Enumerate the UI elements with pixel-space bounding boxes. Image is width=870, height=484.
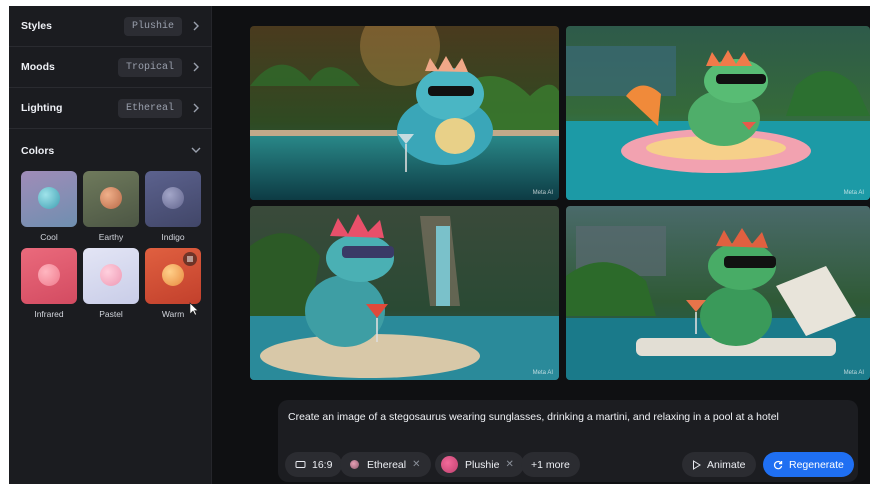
- menu-icon[interactable]: [183, 252, 197, 266]
- play-icon: [693, 459, 701, 470]
- swatch-label-cool: Cool: [40, 232, 58, 242]
- swatch-label-infrared: Infrared: [34, 309, 64, 319]
- lighting-tag-label: Ethereal: [367, 458, 407, 471]
- chevron-right-icon: [193, 62, 199, 72]
- swatch-label-earthy: Earthy: [98, 232, 124, 242]
- swatch-label-indigo: Indigo: [161, 232, 185, 242]
- row-label: Lighting: [21, 102, 63, 114]
- watermark: Meta AI: [532, 190, 553, 196]
- swatch-ball: [162, 187, 184, 209]
- app-window: Styles Plushie Moods Tropical Lighting E…: [9, 6, 870, 484]
- swatch-ball: [162, 264, 184, 286]
- more-tags-button[interactable]: +1 more: [521, 452, 580, 477]
- remove-tag-icon[interactable]: ✕: [505, 459, 513, 470]
- generated-image-1[interactable]: Meta AI: [250, 26, 559, 200]
- lighting-tag[interactable]: Ethereal ✕: [340, 452, 431, 477]
- colors-label: Colors: [21, 145, 55, 157]
- regenerate-label: Regenerate: [789, 458, 844, 471]
- generated-image-3[interactable]: Meta AI: [250, 206, 559, 380]
- sidebar-row-lighting[interactable]: Lighting Ethereal: [9, 88, 212, 129]
- aspect-ratio-button[interactable]: 16:9: [285, 452, 343, 477]
- refresh-icon: [773, 460, 783, 469]
- swatch-cool[interactable]: [21, 171, 77, 227]
- chevron-down-icon: [191, 147, 201, 153]
- swatch-earthy[interactable]: [83, 171, 139, 227]
- sidebar: Styles Plushie Moods Tropical Lighting E…: [9, 6, 212, 484]
- row-label: Moods: [21, 61, 55, 73]
- chevron-right-icon: [193, 103, 199, 113]
- mouse-pointer-icon: [189, 302, 199, 316]
- generated-image-4[interactable]: Meta AI: [566, 206, 870, 380]
- animate-button[interactable]: Animate: [682, 452, 756, 477]
- prompt-box: Create an image of a stegosaurus wearing…: [278, 400, 858, 482]
- swatch-pastel[interactable]: [83, 248, 139, 304]
- sidebar-row-styles[interactable]: Styles Plushie: [9, 6, 212, 47]
- aspect-ratio-label: 16:9: [312, 458, 333, 471]
- watermark: Meta AI: [843, 370, 864, 376]
- style-tag[interactable]: Plushie ✕: [435, 452, 524, 477]
- swatch-label-pastel: Pastel: [99, 309, 123, 319]
- ethereal-swatch-icon: [350, 460, 359, 469]
- swatch-ball: [100, 187, 122, 209]
- swatch-warm[interactable]: [145, 248, 201, 304]
- chevron-right-icon: [193, 21, 199, 31]
- generated-image-2[interactable]: Meta AI: [566, 26, 870, 200]
- animate-label: Animate: [707, 458, 746, 471]
- swatch-indigo[interactable]: [145, 171, 201, 227]
- swatch-ball: [38, 264, 60, 286]
- plushie-swatch-icon: [441, 456, 458, 473]
- style-tag-label: Plushie: [465, 458, 500, 471]
- more-tags-label: +1 more: [531, 458, 570, 471]
- watermark: Meta AI: [532, 370, 553, 376]
- swatch-infrared[interactable]: [21, 248, 77, 304]
- colors-section-header[interactable]: Colors: [9, 129, 212, 171]
- regenerate-button[interactable]: Regenerate: [763, 452, 854, 477]
- watermark: Meta AI: [843, 190, 864, 196]
- mood-value-chip: Tropical: [117, 57, 182, 77]
- aspect-ratio-icon: [295, 461, 306, 468]
- swatch-ball: [38, 187, 60, 209]
- row-label: Styles: [21, 20, 52, 32]
- swatch-ball: [100, 264, 122, 286]
- remove-tag-icon[interactable]: ✕: [412, 459, 420, 470]
- main-panel: Meta AI Meta AI Meta AI Meta AI Create a…: [213, 6, 870, 484]
- prompt-input[interactable]: Create an image of a stegosaurus wearing…: [288, 411, 779, 423]
- lighting-value-chip: Ethereal: [117, 98, 182, 118]
- sidebar-row-moods[interactable]: Moods Tropical: [9, 47, 212, 88]
- style-value-chip: Plushie: [123, 16, 182, 36]
